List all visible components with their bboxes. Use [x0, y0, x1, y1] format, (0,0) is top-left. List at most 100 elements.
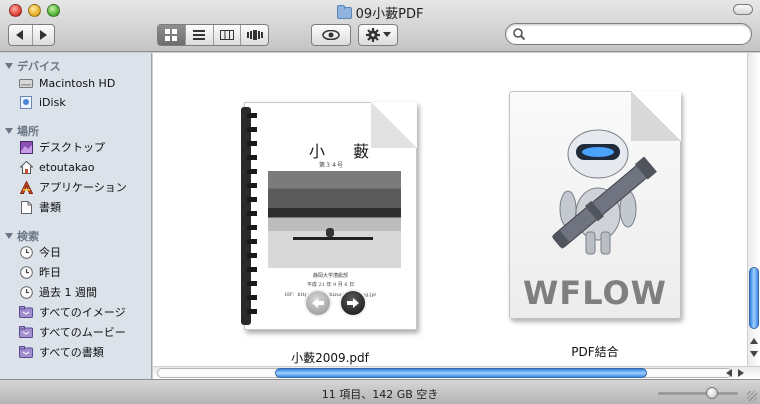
sidebar-section-devices[interactable]: デバイス — [5, 58, 61, 74]
sidebar-item-label: iDisk — [39, 95, 66, 109]
column-view-icon — [219, 30, 234, 40]
back-arrow-icon — [16, 30, 24, 40]
sidebar-item-label: 昨日 — [39, 266, 61, 279]
toolbar-toggle-button[interactable] — [733, 4, 753, 15]
home-icon — [19, 160, 33, 174]
scroll-left-arrow-icon[interactable] — [726, 369, 732, 377]
page-curl — [371, 102, 417, 148]
sidebar-item-label: 今日 — [39, 246, 61, 259]
window-title-text: 09小藪PDF — [355, 7, 424, 22]
scroll-up-arrow-icon[interactable] — [750, 338, 758, 344]
view-mode-control — [157, 24, 269, 46]
pdf-cover-publisher: 静岡大学漕艇部 — [312, 273, 348, 279]
action-menu-button[interactable] — [358, 24, 398, 46]
sidebar-item-label: 過去 1 週間 — [39, 286, 97, 299]
search-input[interactable] — [530, 26, 745, 42]
back-button[interactable] — [9, 25, 32, 45]
sidebar: デバイス Macintosh HD iDisk 場所 デスクトップ etouta… — [0, 53, 152, 379]
file-name-label[interactable]: PDF結合 — [520, 343, 670, 360]
sidebar-item-label: すべての書類 — [39, 346, 104, 359]
pdf-cover-title: 小 藪 — [309, 142, 376, 161]
sidebar-item-desktop[interactable]: デスクトップ — [19, 138, 105, 156]
workflow-file-type-text: WFLOW — [523, 274, 667, 312]
icon-view-button[interactable] — [158, 25, 185, 45]
sidebar-item-past-week[interactable]: 過去 1 週間 — [19, 283, 97, 301]
rower — [326, 228, 334, 237]
smart-folder-icon — [19, 305, 33, 319]
pdf-cover-photo — [268, 171, 401, 268]
idisk-icon — [19, 95, 33, 109]
sidebar-item-label: Macintosh HD — [39, 76, 116, 90]
horizontal-scroll-thumb[interactable] — [275, 368, 647, 378]
icon-size-slider[interactable] — [658, 387, 738, 399]
clock-icon — [19, 265, 33, 279]
icon-size-slider-knob[interactable] — [706, 387, 718, 399]
sidebar-item-applications[interactable]: アプリケーション — [19, 178, 127, 196]
disclosure-triangle-icon — [5, 233, 13, 239]
automator-robot-icon — [551, 129, 657, 255]
hard-drive-icon — [19, 76, 33, 90]
documents-icon — [19, 200, 33, 214]
sidebar-item-idisk[interactable]: iDisk — [19, 93, 66, 111]
arrow-right-icon — [347, 298, 359, 308]
forward-arrow-icon — [40, 30, 48, 40]
sidebar-item-label: デスクトップ — [39, 141, 105, 154]
window-title: 09小藪PDF — [0, 3, 760, 22]
sidebar-section-label: デバイス — [17, 60, 61, 73]
disclosure-triangle-icon — [5, 63, 13, 69]
finder-window: 09小藪PDF デバイス Macintosh HD iDisk 場所 デスクトッ… — [0, 0, 760, 404]
back-forward-control — [8, 24, 55, 46]
sidebar-item-all-movies[interactable]: すべてのムービー — [19, 323, 126, 341]
next-page-button[interactable] — [339, 289, 367, 317]
sidebar-item-label: 書類 — [39, 201, 61, 214]
arrow-left-icon — [312, 298, 324, 308]
sidebar-item-macintosh-hd[interactable]: Macintosh HD — [19, 74, 115, 92]
vertical-scroll-thumb[interactable] — [749, 267, 759, 329]
desktop-icon — [19, 140, 33, 154]
sidebar-item-label: アプリケーション — [39, 181, 127, 194]
sidebar-item-yesterday[interactable]: 昨日 — [19, 263, 61, 281]
sidebar-item-today[interactable]: 今日 — [19, 243, 61, 261]
file-name-label[interactable]: 小藪2009.pdf — [255, 349, 405, 366]
column-view-button[interactable] — [212, 25, 241, 45]
search-field[interactable] — [505, 23, 752, 45]
workflow-file-icon[interactable]: WFLOW — [509, 91, 681, 319]
sidebar-item-label: すべてのイメージ — [39, 306, 126, 319]
scroll-right-arrow-icon[interactable] — [738, 369, 744, 377]
list-view-button[interactable] — [184, 25, 213, 45]
sidebar-section-label: 場所 — [17, 125, 39, 138]
disclosure-triangle-icon — [5, 128, 13, 134]
sidebar-item-all-documents[interactable]: すべての書類 — [19, 343, 104, 361]
rowing-boat — [293, 237, 373, 240]
coverflow-view-icon — [246, 30, 263, 40]
sidebar-item-home[interactable]: etoutakao — [19, 158, 94, 176]
clock-icon — [19, 285, 33, 299]
scroll-down-arrow-icon[interactable] — [750, 351, 758, 357]
quick-look-button[interactable] — [311, 24, 351, 46]
forward-button[interactable] — [31, 25, 55, 45]
search-icon — [513, 28, 525, 40]
status-text: 11 項目、142 GB 空き — [321, 388, 439, 401]
previous-page-button[interactable] — [304, 289, 332, 317]
applications-icon — [19, 180, 33, 194]
sidebar-section-search[interactable]: 検索 — [5, 228, 39, 244]
sidebar-item-documents[interactable]: 書類 — [19, 198, 61, 216]
list-view-icon — [193, 30, 206, 40]
icon-view-icon — [165, 29, 178, 41]
pdf-thumbnail[interactable]: 小 藪 第３４号 静岡大学漕艇部 平成 21 年 9 月 6 日 HP：http… — [241, 102, 417, 330]
smart-folder-icon — [19, 325, 33, 339]
status-bar: 11 項目、142 GB 空き — [0, 379, 760, 404]
toolbar: 09小藪PDF — [0, 0, 760, 52]
horizontal-scrollbar[interactable] — [153, 366, 760, 379]
chevron-down-icon — [382, 32, 391, 37]
eye-icon — [322, 30, 340, 40]
coverflow-view-button[interactable] — [240, 25, 268, 45]
resize-grip-icon[interactable] — [747, 391, 757, 401]
sidebar-section-places[interactable]: 場所 — [5, 123, 39, 139]
clock-icon — [19, 245, 33, 259]
gear-icon — [365, 28, 380, 42]
sidebar-item-all-images[interactable]: すべてのイメージ — [19, 303, 126, 321]
folder-icon — [336, 5, 352, 19]
sidebar-section-label: 検索 — [17, 230, 39, 243]
vertical-scrollbar[interactable] — [747, 53, 760, 366]
